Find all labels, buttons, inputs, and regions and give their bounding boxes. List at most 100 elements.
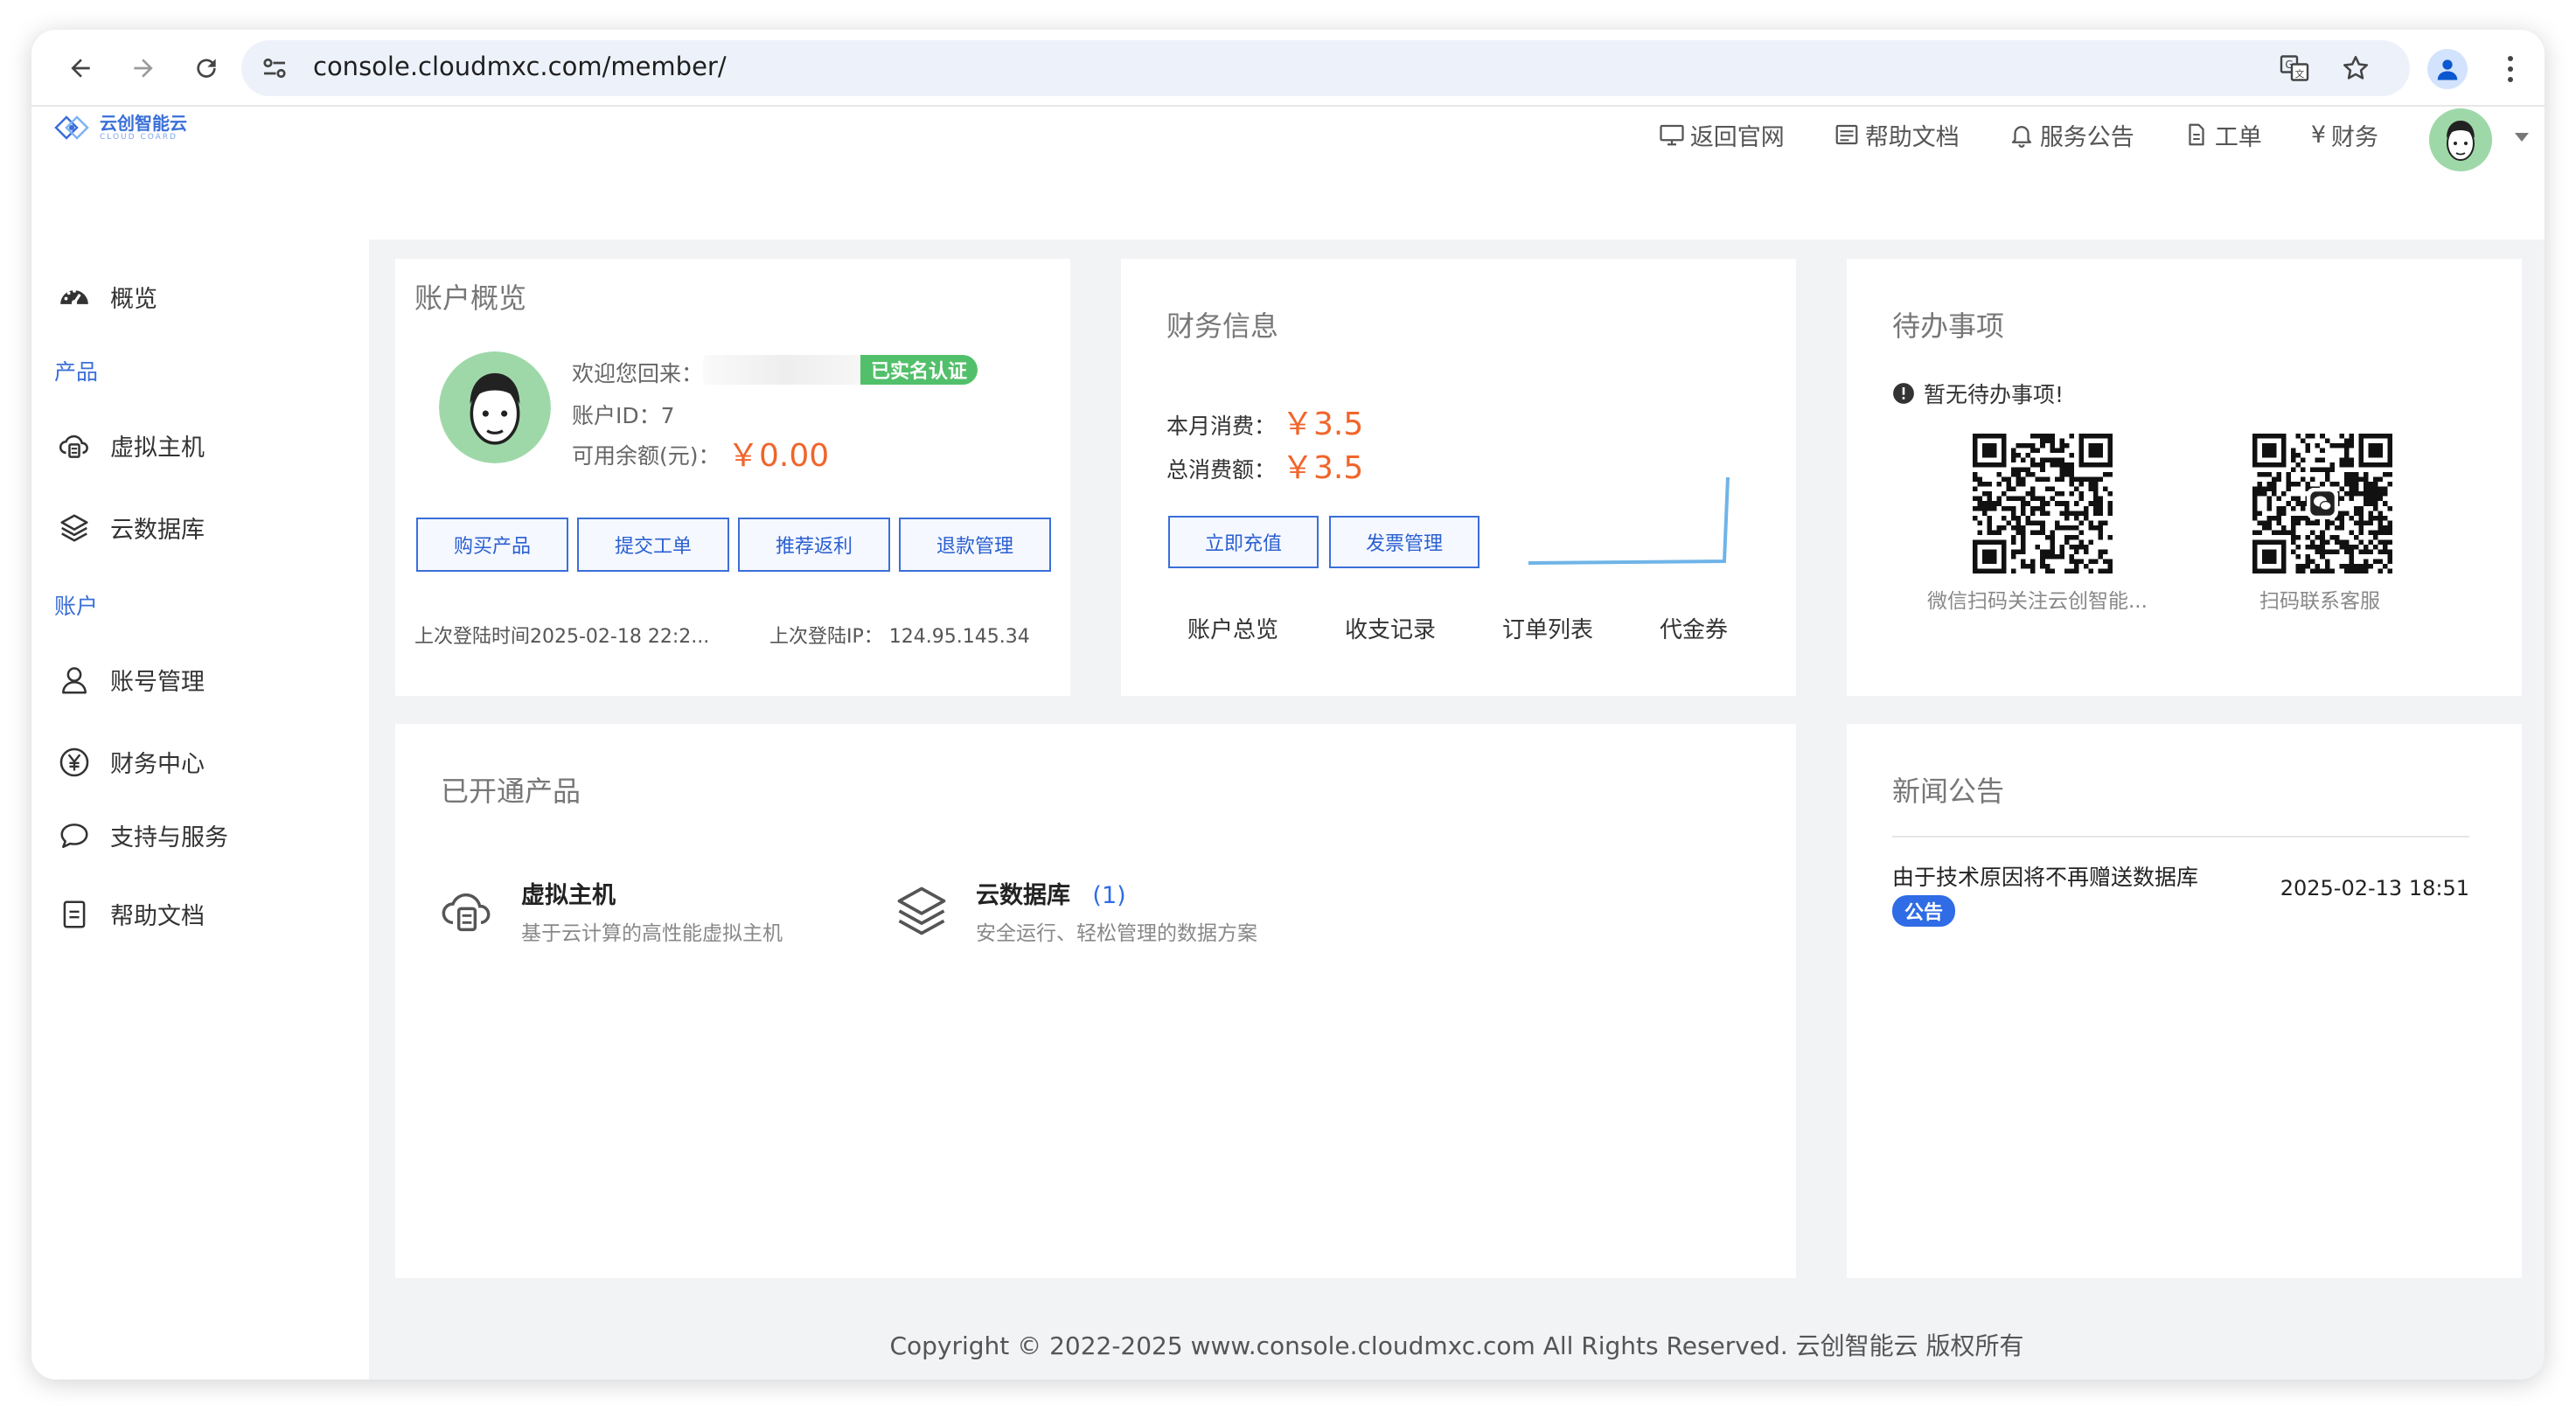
product-desc: 基于云计算的高性能虚拟主机 (521, 922, 783, 945)
cloud-server-icon (59, 434, 88, 458)
card-title: 已开通产品 (441, 775, 581, 808)
back-icon[interactable] (59, 47, 101, 89)
todo-empty-row: 暂无待办事项! (1892, 378, 2064, 409)
recharge-button[interactable]: 立即充值 (1168, 516, 1319, 568)
bell-icon (2011, 126, 2031, 148)
top-nav-label: 返回官网 (1689, 123, 1785, 151)
sidebar-item-help[interactable]: 帮助文档 (58, 897, 205, 931)
browser-menu-icon[interactable] (2497, 49, 2524, 89)
top-nav-docs[interactable]: 帮助文档 (1834, 118, 1960, 152)
top-nav-finance[interactable]: ¥ 财务 (2311, 118, 2378, 152)
invoice-button[interactable]: 发票管理 (1329, 516, 1479, 568)
sidebar: 概览 产品 虚拟主机 云数据库 账户 账号管理 财务中心 支持与服务 帮助文档 (31, 240, 369, 1380)
url-text[interactable]: console.cloudmxc.com/member/ (313, 52, 727, 81)
card-title: 新闻公告 (1892, 775, 2005, 808)
account-overview-card: 账户概览 欢迎您回来： 已实名认证 账户ID：7 可用余额(元)： ￥0.00 … (395, 259, 1070, 696)
wechat-qr-code (1973, 434, 2113, 573)
link-account-summary[interactable]: 账户总览 (1187, 612, 1278, 644)
forward-icon[interactable] (122, 47, 164, 89)
notice-badge: 公告 (1892, 895, 1956, 927)
product-name-row: 云数据库 (1) (976, 876, 1126, 910)
reload-icon[interactable] (185, 47, 227, 89)
buy-product-button[interactable]: 购买产品 (416, 518, 568, 572)
sidebar-group-products: 产品 (54, 359, 99, 385)
product-name: 云数据库 (976, 882, 1070, 909)
card-title: 待办事项 (1892, 309, 2005, 343)
dashboard-gauge-icon (60, 288, 88, 305)
user-menu-chevron-down-icon[interactable] (2515, 133, 2529, 142)
user-avatar[interactable] (2429, 108, 2492, 171)
layers-icon (60, 513, 88, 542)
account-id-value: 7 (660, 403, 675, 428)
link-vouchers[interactable]: 代金券 (1660, 612, 1728, 644)
sidebar-item-finance[interactable]: 财务中心 (58, 745, 205, 779)
support-qr-code (2252, 434, 2392, 573)
brand-logo[interactable]: 云创智能云 CLOUD COARD (52, 110, 187, 145)
account-id-row: 账户ID：7 (572, 399, 675, 430)
bookmark-star-icon[interactable] (2338, 51, 2373, 86)
top-nav-home[interactable]: 返回官网 (1659, 118, 1785, 152)
help-document-icon (63, 900, 86, 928)
sidebar-item-vm[interactable]: 虚拟主机 (58, 428, 205, 462)
address-bar[interactable]: console.cloudmxc.com/member/ G文 (241, 40, 2410, 96)
welcome-label: 欢迎您回来： (572, 361, 704, 386)
logo-text: 云创智能云 (100, 112, 187, 134)
card-title: 财务信息 (1166, 309, 1279, 343)
product-item-vm[interactable]: 虚拟主机 基于云计算的高性能虚拟主机 (439, 872, 841, 951)
file-icon (2189, 123, 2204, 146)
info-exclamation-icon (1893, 383, 1914, 404)
top-nav-label: 财务 (2331, 123, 2378, 151)
referral-button[interactable]: 推荐返利 (738, 518, 890, 572)
sidebar-item-label: 虚拟主机 (110, 434, 205, 462)
product-name: 虚拟主机 (521, 882, 616, 909)
translate-icon[interactable]: G文 (2277, 51, 2312, 86)
logo-mark-icon (54, 115, 89, 140)
top-nav-label: 帮助文档 (1864, 123, 1960, 151)
sidebar-item-database[interactable]: 云数据库 (58, 511, 205, 545)
account-avatar (439, 351, 551, 463)
layers-icon (897, 886, 946, 935)
refund-button[interactable]: 退款管理 (899, 518, 1051, 572)
last-login-ip-value: 124.95.145.34 (888, 626, 1030, 648)
link-transactions[interactable]: 收支记录 (1345, 612, 1436, 644)
username-redacted (703, 355, 866, 385)
top-nav-notices[interactable]: 服务公告 (2009, 118, 2134, 152)
top-nav-tickets[interactable]: 工单 (2183, 118, 2262, 152)
site-settings-icon[interactable] (259, 52, 290, 84)
product-count[interactable]: (1) (1092, 882, 1125, 909)
browser-profile-icon[interactable] (2427, 49, 2468, 89)
account-id-label: 账户ID： (572, 403, 661, 428)
month-spend-label: 本月消费： (1166, 414, 1277, 439)
product-desc: 安全运行、轻松管理的数据方案 (976, 922, 1257, 945)
month-spend-value: ￥3.5 (1282, 407, 1364, 442)
verified-badge: 已实名认证 (860, 355, 978, 385)
balance-label: 可用余额(元)： (572, 443, 721, 469)
finance-info-card: 财务信息 本月消费： ￥3.5 总消费额： ￥3.5 立即充值 发票管理 账户总… (1121, 259, 1796, 696)
news-item[interactable]: 由于技术原因将不再赠送数据库 公告 2025-02-13 18:51 (1892, 860, 2487, 939)
sidebar-item-overview[interactable]: 概览 (58, 280, 157, 314)
product-item-database[interactable]: 云数据库 (1) 安全运行、轻松管理的数据方案 (892, 872, 1347, 951)
sidebar-item-label: 云数据库 (110, 517, 205, 544)
logo-subtext: CLOUD COARD (100, 132, 178, 142)
yen-icon: ¥ (2310, 121, 2326, 149)
yen-circle-icon (59, 747, 89, 776)
submit-ticket-button[interactable]: 提交工单 (577, 518, 729, 572)
balance-value: ￥0.00 (728, 438, 830, 474)
sidebar-item-account[interactable]: 账号管理 (58, 663, 205, 697)
footer-copyright: Copyright © 2022-2025 www.console.cloudm… (889, 1331, 2024, 1360)
news-date: 2025-02-13 18:51 (2280, 876, 2469, 900)
document-list-icon (1835, 124, 1858, 145)
active-products-card: 已开通产品 虚拟主机 基于云计算的高性能虚拟主机 云数据库 (1) 安全运行、轻… (395, 724, 1796, 1278)
news-card: 新闻公告 由于技术原因将不再赠送数据库 公告 2025-02-13 18:51 (1847, 724, 2522, 1278)
last-login-ip-row: 上次登陆IP： 124.95.145.34 (769, 621, 1030, 649)
browser-window: console.cloudmxc.com/member/ G文 云创智能云 CL… (31, 30, 2545, 1380)
sidebar-item-label: 账号管理 (110, 669, 205, 696)
total-spend-value: ￥3.5 (1282, 450, 1364, 486)
top-nav: 返回官网 帮助文档 服务公告 工单 ¥ 财务 (1659, 107, 2378, 163)
news-title[interactable]: 由于技术原因将不再赠送数据库 (1892, 860, 2198, 892)
card-title: 账户概览 (414, 282, 527, 315)
top-nav-label: 服务公告 (2039, 123, 2134, 151)
link-orders[interactable]: 订单列表 (1502, 612, 1593, 644)
sidebar-item-support[interactable]: 支持与服务 (58, 818, 228, 852)
avatar-face-icon (439, 351, 551, 463)
